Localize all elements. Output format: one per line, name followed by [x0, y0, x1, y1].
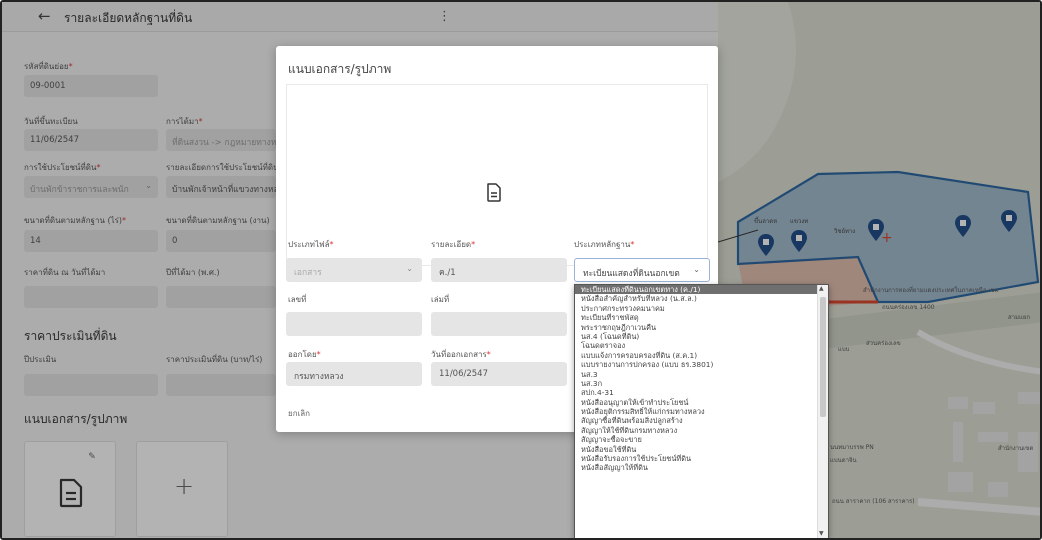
dropdown-option[interactable]: นส.3 [575, 370, 818, 379]
file-preview-area[interactable] [286, 84, 708, 266]
dropdown-option[interactable]: หนังสือสำคัญสำหรับที่หลวง (น.ส.ล.) [575, 294, 818, 303]
dropdown-option[interactable]: แบบรายงานการปกครอง (แบบ ธร.3801) [575, 360, 818, 369]
doc-type-select[interactable]: ทะเบียนแสดงที่ดินนอกเขต ⌄ [574, 258, 710, 282]
volume-label: เล่มที่ [431, 295, 450, 304]
detail-label: รายละเอียด* [431, 240, 476, 249]
dropdown-option[interactable]: หนังสือรับรองการใช้ประโยชน์ที่ดิน [575, 454, 818, 463]
dropdown-option[interactable]: นส.3ก [575, 379, 818, 388]
number-field[interactable] [286, 312, 422, 336]
dropdown-option[interactable]: หนังสือสัญญาให้ที่ดิน [575, 463, 818, 472]
chevron-down-icon: ⌄ [693, 265, 700, 274]
file-type-select[interactable]: เอกสาร ⌄ [286, 258, 422, 282]
dropdown-option[interactable]: สัญญาซื้อที่ดินพร้อมสิ่งปลูกสร้าง [575, 416, 818, 425]
issue-date-label: วันที่ออกเอกสาร* [431, 350, 491, 359]
issued-by-field[interactable]: กรมทางหลวง [286, 362, 422, 386]
chevron-down-icon: ⌄ [406, 264, 413, 273]
dropdown-option[interactable]: นส.4 (โฉนดที่ดิน) [575, 332, 818, 341]
cancel-button[interactable]: ยกเลิก [288, 407, 310, 420]
dropdown-option[interactable]: แบบแจ้งการครอบครองที่ดิน (ส.ค.1) [575, 351, 818, 360]
document-icon [487, 183, 501, 202]
volume-field[interactable] [431, 312, 567, 336]
dropdown-option[interactable]: โฉนดตราจอง [575, 341, 818, 350]
dropdown-option[interactable]: สัญญาให้ใช้ที่ดินกรมทางหลวง [575, 426, 818, 435]
dropdown-option[interactable]: ประกาศกระทรวงคมนาคม [575, 304, 818, 313]
dropdown-option[interactable]: พระราชกฤษฎีกาเวนคืน [575, 323, 818, 332]
app-screen: ← รายละเอียดหลักฐานที่ดิน ⋮ รหัสที่ดินย่… [0, 0, 1042, 540]
dropdown-options: ทะเบียนแสดงที่ดินนอกเขตทาง (ค./1) หนังสือ… [575, 285, 828, 473]
dialog-title: แนบเอกสาร/รูปภาพ [288, 62, 392, 76]
issued-by-label: ออกโดย* [288, 350, 321, 359]
dropdown-option[interactable]: หนังสือขอใช้ที่ดิน [575, 445, 818, 454]
file-type-label: ประเภทไฟล์* [288, 240, 334, 249]
detail-field[interactable]: ค./1 [431, 258, 567, 282]
scrollbar-thumb[interactable] [820, 297, 826, 417]
dropdown-option[interactable]: ทะเบียนแสดงที่ดินนอกเขตทาง (ค./1) [575, 285, 818, 295]
scroll-up-icon[interactable]: ▲ [819, 285, 824, 292]
dropdown-option[interactable]: หนังสืออนุญาตให้เข้าทำประโยชน์ [575, 398, 818, 407]
dropdown-option[interactable]: หนังสือยุติกรรมสิทธิ์ให้แก่กรมทางหลวง [575, 407, 818, 416]
dropdown-option[interactable]: สัญญาจะซื้อจะขาย [575, 435, 818, 444]
number-label: เลขที่ [288, 295, 307, 304]
dropdown-option[interactable]: ทะเบียนที่ราชพัสดุ [575, 313, 818, 322]
dropdown-option[interactable]: สปก.4-31 [575, 388, 818, 397]
doc-type-dropdown-list[interactable]: ทะเบียนแสดงที่ดินนอกเขตทาง (ค./1) หนังสือ… [574, 284, 829, 538]
scroll-down-icon[interactable]: ▼ [819, 530, 824, 537]
doc-type-label: ประเภทหลักฐาน* [574, 240, 635, 249]
issue-date-field[interactable]: 11/06/2547 [431, 362, 567, 386]
dropdown-scrollbar[interactable]: ▲ ▼ [817, 285, 828, 538]
